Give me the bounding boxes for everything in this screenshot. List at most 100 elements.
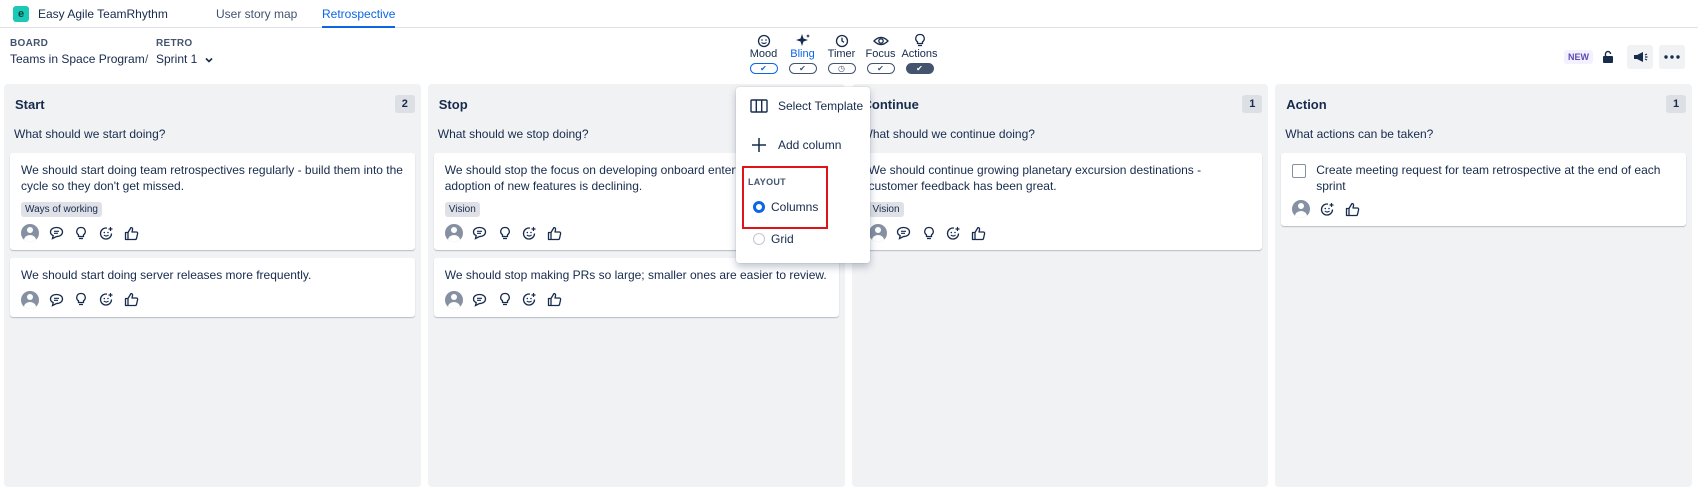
more-options-button[interactable] (1659, 45, 1685, 69)
comment-icon[interactable] (472, 292, 488, 308)
card-tag[interactable]: Ways of working (21, 202, 102, 217)
more-horizontal-icon (1664, 55, 1680, 59)
retro-card[interactable]: We should stop making PRs so large; smal… (433, 258, 839, 317)
column-title: Stop (438, 97, 468, 112)
avatar[interactable] (444, 224, 463, 242)
avatar[interactable] (444, 290, 463, 309)
card-list: We should start doing team retrospective… (10, 153, 415, 317)
column-question: What should we start doing? (14, 127, 166, 141)
bling-toggle[interactable]: ✔ (788, 63, 817, 74)
sparkles-icon (795, 34, 810, 46)
radio-columns[interactable] (753, 201, 765, 213)
tool-mood[interactable]: Mood ✔ (744, 33, 783, 74)
column-title: Continue (862, 97, 919, 112)
idea-icon[interactable] (73, 292, 89, 308)
action-card[interactable]: Create meeting request for team retrospe… (1281, 153, 1686, 226)
card-text: We should continue growing planetary exc… (868, 163, 1202, 193)
plus-icon (752, 138, 766, 152)
thumbs-up-icon[interactable] (123, 292, 139, 308)
actions-toggle[interactable]: ✔ (905, 63, 934, 74)
tool-focus[interactable]: Focus ✔ (861, 33, 900, 74)
megaphone-icon (1634, 52, 1648, 62)
timer-toggle[interactable]: ◷ (827, 63, 856, 74)
layout-option-columns[interactable]: Columns (753, 200, 818, 214)
tool-timer-label: Timer (827, 48, 856, 60)
layout-option-columns-label: Columns (771, 200, 819, 214)
card-tag[interactable]: Vision (444, 202, 480, 217)
new-badge: NEW (1564, 50, 1593, 64)
board-settings-dropdown: Select Template Add column LAYOUT Column… (736, 87, 870, 263)
add-column-label: Add column (778, 138, 842, 152)
select-template-label: Select Template (778, 99, 864, 113)
idea-icon[interactable] (73, 225, 89, 241)
idea-icon[interactable] (921, 225, 937, 241)
add-reaction-icon[interactable] (1319, 201, 1335, 217)
avatar[interactable] (21, 224, 39, 242)
comment-icon[interactable] (48, 225, 64, 241)
card-actions (444, 290, 828, 309)
tab-retrospective[interactable]: Retrospective (322, 7, 396, 28)
avatar[interactable] (21, 290, 39, 309)
radio-grid[interactable] (753, 233, 765, 245)
tool-mood-label: Mood (749, 48, 778, 60)
add-reaction-icon[interactable] (98, 292, 114, 308)
unlock-button[interactable] (1595, 45, 1621, 69)
announce-button[interactable] (1627, 45, 1653, 69)
retro-card[interactable]: We should start doing server releases mo… (10, 258, 415, 317)
card-actions (868, 224, 1252, 242)
thumbs-up-icon[interactable] (547, 292, 563, 308)
tab-user-story-map[interactable]: User story map (216, 7, 297, 21)
lightbulb-icon (914, 33, 925, 47)
card-text: We should start doing server releases mo… (21, 268, 312, 282)
sprint-selector[interactable]: Sprint 1 (156, 52, 214, 66)
card-tag[interactable]: Vision (868, 202, 904, 217)
retro-card[interactable]: We should continue growing planetary exc… (857, 153, 1263, 250)
comment-icon[interactable] (896, 225, 912, 241)
mood-toggle[interactable]: ✔ (749, 63, 778, 74)
thumbs-up-icon[interactable] (547, 225, 563, 241)
card-count-badge: 1 (1242, 95, 1263, 113)
card-actions (21, 290, 404, 309)
card-list: We should continue growing planetary exc… (857, 153, 1263, 250)
card-actions (1292, 200, 1675, 218)
thumbs-up-icon[interactable] (971, 225, 987, 241)
add-reaction-icon[interactable] (522, 292, 538, 308)
tool-actions-label: Actions (901, 48, 938, 60)
thumbs-up-icon[interactable] (1344, 201, 1360, 217)
column-title: Action (1286, 97, 1327, 112)
focus-toggle[interactable]: ✔ (866, 63, 895, 74)
select-template-item[interactable]: Select Template (750, 99, 863, 113)
idea-icon[interactable] (497, 292, 513, 308)
eye-icon (872, 36, 889, 45)
tool-actions[interactable]: Actions ✔ (900, 33, 939, 74)
column-question: What should we continue doing? (861, 127, 1035, 141)
card-list: Create meeting request for team retrospe… (1281, 153, 1686, 226)
retro-card[interactable]: We should start doing team retrospective… (10, 153, 415, 250)
retro-toolbar: Mood ✔ Bling ✔ Timer ◷ Focus ✔ Actions ✔ (744, 31, 939, 74)
add-reaction-icon[interactable] (98, 225, 114, 241)
top-right-actions: NEW (1564, 45, 1685, 69)
card-count-badge: 1 (1666, 95, 1686, 113)
columns-icon (750, 99, 768, 113)
action-checkbox[interactable] (1292, 164, 1307, 178)
layout-option-grid[interactable]: Grid (753, 232, 794, 246)
comment-icon[interactable] (472, 225, 488, 241)
avatar[interactable] (1292, 200, 1311, 218)
unlock-icon (1603, 50, 1613, 63)
add-column-item[interactable]: Add column (750, 136, 841, 154)
add-reaction-icon[interactable] (522, 225, 538, 241)
comment-icon[interactable] (48, 292, 64, 308)
avatar[interactable] (868, 224, 887, 242)
chevron-down-icon (205, 57, 213, 63)
tool-timer[interactable]: Timer ◷ (822, 33, 861, 74)
board-label: BOARD (10, 38, 49, 49)
column-title: Start (15, 97, 45, 112)
tool-bling[interactable]: Bling ✔ (783, 31, 822, 74)
thumbs-up-icon[interactable] (123, 225, 139, 241)
idea-icon[interactable] (497, 225, 513, 241)
app-name: Easy Agile TeamRhythm (38, 7, 168, 21)
layout-option-grid-label: Grid (771, 232, 794, 246)
board-link[interactable]: Teams in Space Program (10, 52, 145, 66)
column-question: What actions can be taken? (1285, 127, 1434, 141)
add-reaction-icon[interactable] (946, 225, 962, 241)
